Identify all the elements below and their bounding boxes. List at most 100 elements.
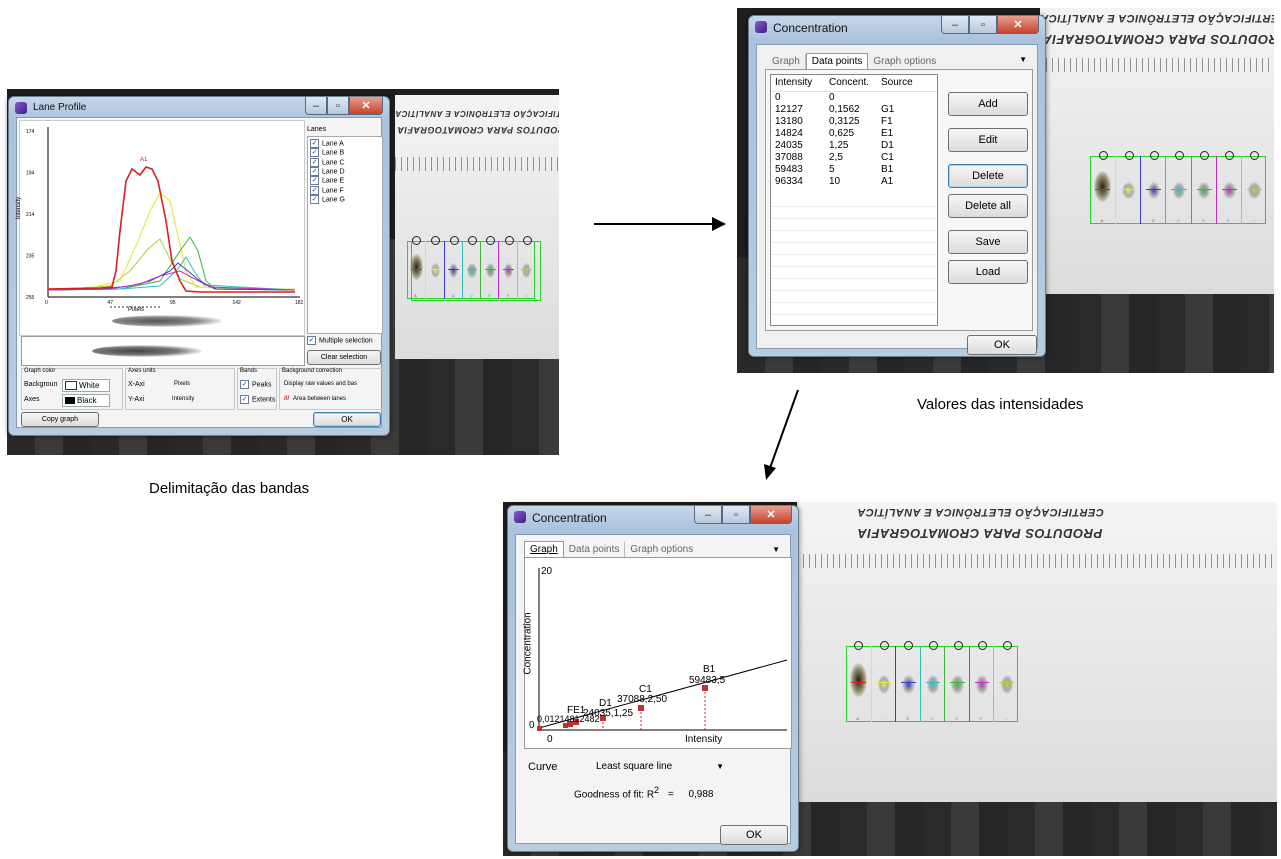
table-cell (877, 92, 925, 104)
correction-method-select[interactable]: ///Area between lanes (284, 396, 346, 402)
band-peak-marker (974, 682, 990, 684)
lane-letter: A (1100, 218, 1104, 223)
band-spot (1000, 674, 1013, 694)
window-title: Concentration (532, 511, 607, 525)
ok-button[interactable]: OK (313, 412, 381, 427)
lane-origin-circle-icon (467, 236, 477, 245)
lane-origin-circle-icon (1225, 151, 1235, 160)
tab-data-points[interactable]: Data points (564, 542, 626, 557)
band-spot (902, 674, 915, 694)
table-cell: 24035 (775, 140, 803, 151)
tab-data-points[interactable]: Data points (805, 53, 869, 69)
table-row[interactable]: 12127 0,1562 G1 (771, 104, 937, 116)
lane-origin-circle-icon (879, 641, 889, 650)
maximize-button[interactable]: ▫ (969, 16, 997, 34)
label-c1-value: 37088,2,50 (617, 694, 668, 705)
y-units-select[interactable]: Intensity (172, 396, 194, 402)
lane-letter: G (524, 293, 528, 298)
close-button[interactable]: ✕ (997, 16, 1039, 34)
ok-button[interactable]: OK (720, 825, 788, 845)
correction-mode-select[interactable]: Display raw values and bas (284, 381, 357, 387)
column-intensity[interactable]: Intensity (771, 75, 825, 91)
table-cell: 59483 (775, 164, 803, 175)
axes-units-group: Axes units X-Axi Pixels Y-Axi Intensity (125, 368, 235, 410)
maximize-button[interactable]: ▫ (722, 506, 750, 524)
copy-graph-button[interactable]: Copy graph (21, 412, 99, 427)
minimize-button[interactable]: – (305, 97, 327, 115)
table-row[interactable]: 37088 2,5 C1 (771, 152, 937, 164)
lane-letter: B (1126, 218, 1130, 223)
axes-color-select[interactable]: Black (62, 394, 110, 407)
table-row[interactable]: 96334 10 A1 (771, 176, 937, 188)
ok-button[interactable]: OK (967, 335, 1037, 355)
plate-lane: A (846, 641, 871, 722)
band-peak-marker (503, 268, 515, 270)
band-spot (1248, 181, 1261, 199)
minimize-button[interactable]: – (941, 16, 969, 34)
lane-checkbox-item[interactable]: ✓ Lane A (310, 139, 380, 148)
table-row[interactable]: 00 (771, 92, 937, 104)
lane-checkbox-item[interactable]: ✓ Lane C (310, 157, 380, 167)
plate-text-line1: CERTIFICAÇÃO ELETRÔNICA E ANALÍTICA (395, 109, 559, 118)
x-units-select[interactable]: Pixels (174, 381, 190, 387)
band-spot (975, 674, 989, 694)
clear-selection-button[interactable]: Clear selection (307, 350, 381, 365)
close-button[interactable]: ✕ (750, 506, 792, 524)
lane-checkbox-item[interactable]: ✓ Lane E (310, 176, 380, 186)
tab-graph[interactable]: Graph (767, 54, 806, 69)
tabs-menu-icon[interactable]: ▼ (1019, 55, 1027, 64)
point-c1 (638, 705, 644, 711)
save-button[interactable]: Save (948, 230, 1028, 254)
lane-origin-circle-icon (1002, 641, 1012, 650)
band-spot (409, 253, 423, 280)
extents-checkbox[interactable]: ✓ Extents (240, 395, 275, 404)
lane-checkbox-item[interactable]: ✓ Lane D (310, 167, 380, 177)
lane-checkbox-item[interactable]: ✓ Lane G (310, 195, 380, 205)
delete-button[interactable]: Delete (948, 164, 1028, 188)
table-cell: 12127 (775, 104, 803, 115)
multiple-selection-checkbox[interactable]: ✓ Multiple selection (307, 336, 373, 345)
background-color-select[interactable]: White (62, 379, 110, 392)
arrow-down (764, 389, 799, 480)
profile-lane-c (47, 262, 296, 291)
tab-graph-options[interactable]: Graph options (868, 54, 941, 69)
maximize-button[interactable]: ▫ (327, 97, 349, 115)
tab-graph[interactable]: Graph (524, 541, 564, 557)
y-axis-label: Intensity (16, 196, 23, 220)
minimize-button[interactable]: – (694, 506, 722, 524)
lane-checkbox-label: Lane E (322, 177, 345, 185)
checkbox-icon: ✓ (310, 185, 319, 195)
column-source[interactable]: Source (877, 75, 925, 91)
y-tick-label: 174 (26, 129, 35, 135)
plate-text-line2: PRODUTOS PARA CROMATOGRAFIA (397, 125, 559, 135)
tab-graph-options[interactable]: Graph options (625, 542, 698, 557)
concentration-data-window: Concentration – ▫ ✕ Graph Data points Gr… (748, 15, 1046, 357)
edit-button[interactable]: Edit (948, 128, 1028, 152)
table-row[interactable]: 14824 0,625 E1 (771, 128, 937, 140)
data-points-table: Intensity Concent. Source 0 0 12127 0,1562 G… (770, 74, 938, 326)
point-origin (537, 726, 542, 731)
lane-letter: D (1176, 218, 1180, 223)
plate-lane: E (480, 236, 499, 299)
close-button[interactable]: ✕ (349, 97, 383, 115)
lane-checkbox-item[interactable]: ✓ Lane B (310, 148, 380, 158)
table-cell: 0,3125 (829, 116, 860, 127)
table-row[interactable]: 13180 0,3125 F1 (771, 116, 937, 128)
add-button[interactable]: Add (948, 92, 1028, 116)
tabs-menu-icon[interactable]: ▼ (772, 545, 780, 554)
load-button[interactable]: Load (948, 260, 1028, 284)
plate-lane: G (516, 236, 536, 299)
column-concentration[interactable]: Concent. (825, 75, 877, 91)
plate-lanes-2: A B C D E F G (1090, 151, 1266, 224)
peaks-checkbox[interactable]: ✓ Peaks (240, 380, 271, 389)
curve-select[interactable]: Least square line ▼ (596, 759, 726, 774)
plate-lane: A (407, 236, 425, 299)
table-row[interactable]: 59483 5 B1 (771, 164, 937, 176)
table-row[interactable]: 24035 1,25 D1 (771, 140, 937, 152)
lane-checkbox-item[interactable]: ✓ Lane F (310, 185, 380, 195)
tab-strip: Graph Data points Graph options (767, 53, 941, 69)
plate-lane: C (1140, 151, 1166, 224)
lane-origin-circle-icon (486, 236, 496, 245)
plate-lane: F (1215, 151, 1242, 224)
delete-all-button[interactable]: Delete all (948, 194, 1028, 218)
